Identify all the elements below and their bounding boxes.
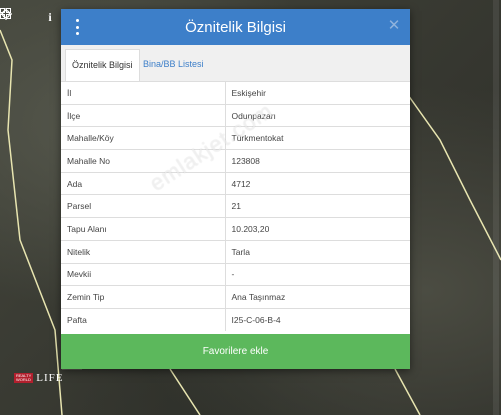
realty-world-logo: REALTY WORLD LIFE <box>14 372 64 384</box>
attr-value: Tarla <box>225 239 410 263</box>
table-row: Nitelik Tarla <box>61 239 410 263</box>
add-to-favorites-button[interactable]: Favorilere ekle <box>61 334 410 369</box>
map-toolbar: i <box>0 8 62 26</box>
table-row: İl Eskişehir <box>61 81 410 105</box>
logo-mark: REALTY WORLD <box>14 373 34 383</box>
attr-key: Tapu Alanı <box>61 217 226 241</box>
attr-key: Nitelik <box>61 239 226 263</box>
vertical-dots-icon[interactable] <box>75 19 79 35</box>
attr-key: Mahalle/Köy <box>61 126 226 150</box>
attr-value: 10.203,20 <box>225 217 410 241</box>
table-row: Zemin Tip Ana Taşınmaz <box>61 285 410 309</box>
attribute-info-dialog: Öznitelik Bilgisi ✕ Öznitelik Bilgisi Bi… <box>61 9 410 369</box>
attr-value: Türkmentokat <box>225 126 410 150</box>
attr-key: Zemin Tip <box>61 285 226 309</box>
parcel-boundary-bottom <box>169 368 201 415</box>
parcel-boundary-right <box>407 94 501 261</box>
table-row: İlçe Odunpazarı <box>61 103 410 127</box>
attr-value: I25-C-06-B-4 <box>225 307 410 332</box>
close-icon[interactable]: ✕ <box>387 18 401 34</box>
tab-attribute-info[interactable]: Öznitelik Bilgisi <box>65 49 140 82</box>
attr-value: 4712 <box>225 171 410 195</box>
crosshair-icon[interactable] <box>0 8 35 23</box>
table-row: Mahalle/Köy Türkmentokat <box>61 126 410 150</box>
attribute-table: İl Eskişehir İlçe Odunpazarı Mahalle/Köy Tü… <box>61 81 410 332</box>
attr-key: Mevkii <box>61 262 226 286</box>
attr-value: 21 <box>225 194 410 218</box>
logo-life: LIFE <box>36 372 64 384</box>
table-row: Mevkii - <box>61 262 410 286</box>
attr-key: Parsel <box>61 194 226 218</box>
attr-value: 123808 <box>225 149 410 173</box>
attr-value: Odunpazarı <box>225 103 410 127</box>
table-row: Pafta I25-C-06-B-4 <box>61 307 410 332</box>
logo-line2: WORLD <box>16 377 31 382</box>
table-row: Mahalle No 123808 <box>61 149 410 173</box>
table-row: Ada 4712 <box>61 171 410 195</box>
table-row: Tapu Alanı 10.203,20 <box>61 217 410 241</box>
attr-value: Eskişehir <box>225 81 410 105</box>
tab-building-list[interactable]: Bina/BB Listesi <box>137 49 210 80</box>
attr-key: Ada <box>61 171 226 195</box>
attr-key: İl <box>61 81 226 105</box>
attr-value: Ana Taşınmaz <box>225 285 410 309</box>
dialog-header: Öznitelik Bilgisi ✕ <box>61 9 410 45</box>
parcel-boundary-bottom-right <box>394 368 421 415</box>
attr-key: Mahalle No <box>61 149 226 173</box>
attr-key: İlçe <box>61 103 226 127</box>
map-scrollbar[interactable] <box>493 0 499 415</box>
info-icon[interactable]: i <box>44 10 56 24</box>
attr-key: Pafta <box>61 307 226 332</box>
dialog-title: Öznitelik Bilgisi <box>185 18 286 36</box>
attr-value: - <box>225 262 410 286</box>
tab-bar: Öznitelik Bilgisi Bina/BB Listesi <box>61 45 410 82</box>
table-row: Parsel 21 <box>61 194 410 218</box>
parcel-boundary-left <box>0 29 63 415</box>
